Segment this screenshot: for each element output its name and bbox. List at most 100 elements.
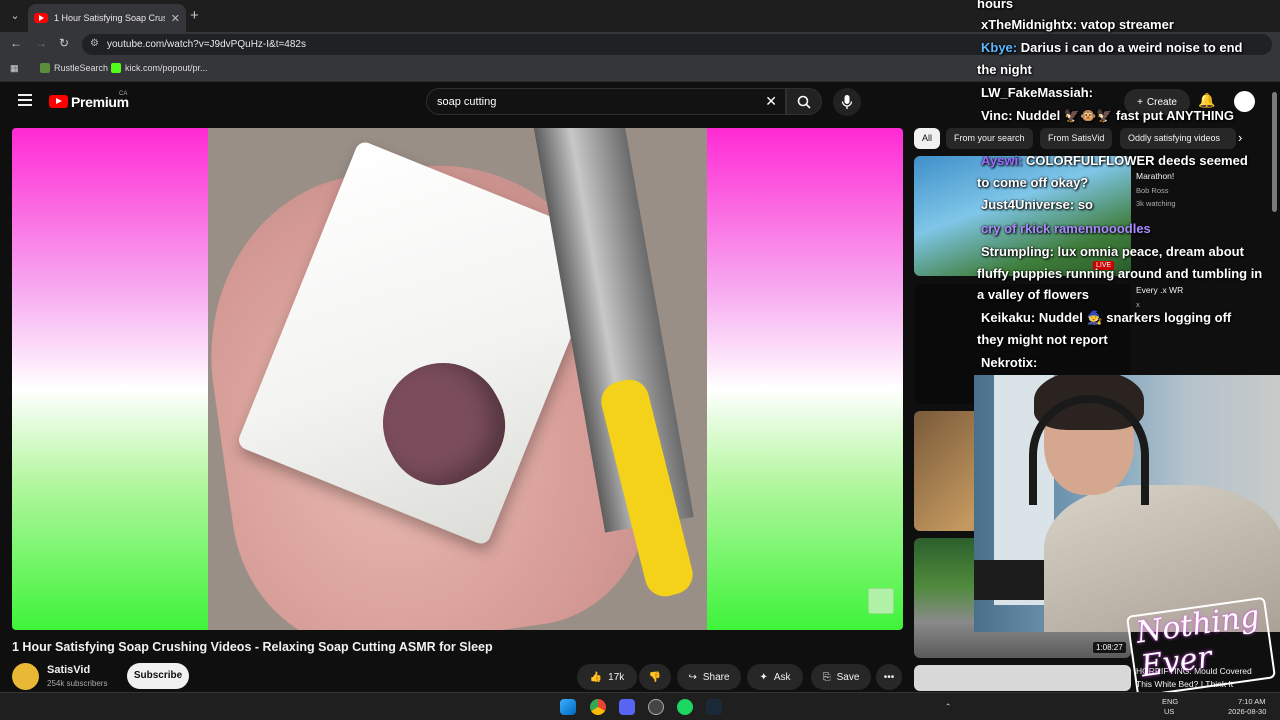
subscribe-button[interactable]: Subscribe <box>127 663 189 689</box>
share-icon: ↪ <box>688 671 697 683</box>
tray-chevron-icon[interactable]: ⌃ <box>945 702 951 711</box>
obs-icon[interactable] <box>648 699 664 715</box>
channel-watermark[interactable] <box>868 588 894 614</box>
new-tab-icon[interactable]: + <box>190 7 199 24</box>
chat-text: they might not report <box>977 332 1108 347</box>
browser-tab[interactable]: 1 Hour Satisfying Soap Crushing ✕ <box>28 4 186 32</box>
thumbs-up-icon: 👍 <box>589 671 603 683</box>
headset-icon <box>1029 395 1149 505</box>
chip-from-your-search[interactable]: From your search <box>946 128 1033 149</box>
kick-icon <box>111 63 121 73</box>
more-icon: ••• <box>883 671 895 683</box>
chat-text: Nuddel 🦅🐵🦅 fast put ANYTHING <box>1016 108 1234 123</box>
chrome-icon[interactable] <box>590 699 606 715</box>
sidebar-video-title[interactable]: Marathon! <box>1136 171 1174 181</box>
chat-username: Strumpling: <box>981 244 1058 259</box>
forward-icon[interactable]: → <box>35 36 47 50</box>
tab-close-icon[interactable]: ✕ <box>171 12 180 25</box>
chat-message: Keikaku: Nuddel 🧙 snarkers logging off <box>981 310 1231 326</box>
chat-message: hours <box>977 0 1013 11</box>
sparkle-icon: ✦ <box>759 671 768 683</box>
search-input[interactable]: soap cutting ✕ <box>426 88 786 115</box>
country-code: CA <box>119 91 128 97</box>
channel-avatar[interactable] <box>12 663 39 690</box>
bookmarks-bar: ▦ RustleSearch kick.com/popout/pr... <box>0 57 1280 82</box>
chat-message: xTheMidnightx: vatop streamer <box>981 17 1174 32</box>
microphone-icon <box>841 95 853 109</box>
sidebar-video-channel[interactable]: Bob Ross <box>1136 186 1169 195</box>
sidebar-video-thumbnail[interactable] <box>914 665 1131 691</box>
webcam-overlay <box>974 375 1280 632</box>
discord-icon[interactable] <box>619 699 635 715</box>
chat-username: Vinc: <box>981 108 1017 123</box>
chat-text: to come off okay? <box>977 175 1089 190</box>
chat-message: to come off okay? <box>977 175 1088 190</box>
search-button[interactable] <box>786 88 822 115</box>
steam-icon[interactable] <box>706 699 722 715</box>
share-button[interactable]: ↪ Share <box>677 664 741 690</box>
ask-button[interactable]: ✦ Ask <box>747 664 803 690</box>
chat-username: LW_FakeMassiah: <box>981 85 1093 100</box>
bookmark-kick[interactable]: kick.com/popout/pr... <box>111 63 208 73</box>
share-label: Share <box>702 671 730 683</box>
create-label: Create <box>1146 96 1177 108</box>
chat-message: Vinc: Nuddel 🦅🐵🦅 fast put ANYTHING <box>981 108 1234 124</box>
tab-title: 1 Hour Satisfying Soap Crushing <box>54 13 165 23</box>
chat-text: vatop streamer <box>1080 17 1174 32</box>
menu-icon[interactable] <box>18 94 32 106</box>
voice-search-button[interactable] <box>833 88 861 116</box>
chat-message: fluffy puppies running around and tumbli… <box>977 266 1262 281</box>
logo-text: Nothing Ever <box>1134 598 1262 685</box>
account-avatar[interactable] <box>1234 91 1255 112</box>
chat-username: Keikaku: <box>981 310 1039 325</box>
chip-from-satisvid[interactable]: From SatisVid <box>1040 128 1113 149</box>
video-duration: 1:08:27 <box>1093 642 1126 653</box>
chat-text: cry of rkick ramennooodles <box>981 221 1151 236</box>
youtube-logo-icon[interactable] <box>49 95 68 108</box>
chevron-right-icon[interactable]: › <box>1238 130 1242 145</box>
clock-time[interactable]: 7:10 AM <box>1238 697 1266 706</box>
chat-text: Nuddel 🧙 snarkers logging off <box>1038 310 1232 325</box>
bookmark-rustlesearch[interactable]: RustleSearch <box>40 63 108 73</box>
chat-text: the night <box>977 62 1032 77</box>
chip-all[interactable]: All <box>914 128 941 149</box>
spotify-icon[interactable] <box>677 699 693 715</box>
back-icon[interactable]: ← <box>10 36 22 50</box>
video-player[interactable] <box>12 128 903 630</box>
chat-message: Nekrotix: <box>981 355 1037 370</box>
chat-username: Kbye: <box>981 40 1021 55</box>
apps-icon[interactable]: ▦ <box>10 63 19 74</box>
chat-message: Strumpling: lux omnia peace, dream about <box>981 244 1244 259</box>
bookmark-icon: ⎘ <box>822 671 831 683</box>
chat-message: Just4Universe: so <box>981 197 1093 212</box>
language-indicator[interactable]: ENG <box>1162 697 1178 706</box>
dislike-button[interactable]: 👎 <box>639 664 671 690</box>
channel-name[interactable]: SatisVid <box>47 664 90 676</box>
like-button[interactable]: 👍 17k <box>577 664 637 690</box>
site-info-icon[interactable]: ⚙ <box>90 38 99 49</box>
chat-text: lux omnia peace, dream about <box>1057 244 1244 259</box>
reload-icon[interactable]: ↻ <box>59 36 69 50</box>
video-frame <box>208 128 707 630</box>
chat-message: LW_FakeMassiah: <box>981 85 1093 100</box>
chip-oddly-satisfying[interactable]: Oddly satisfying videos <box>1120 128 1236 149</box>
chat-text: so <box>1077 197 1093 212</box>
notifications-bell-icon[interactable]: 🔔 <box>1198 92 1215 109</box>
sidebar-scrollbar[interactable] <box>1272 92 1277 212</box>
ask-label: Ask <box>773 671 791 683</box>
chat-message: the night <box>977 62 1032 77</box>
tab-search-icon[interactable]: ⌄ <box>6 7 24 25</box>
start-icon[interactable] <box>560 699 576 715</box>
like-count: 17k <box>608 671 625 683</box>
chat-message: cry of rkick ramennooodles <box>981 221 1151 236</box>
chat-username: Nekrotix: <box>981 355 1038 370</box>
chat-text: COLORFULFLOWER deeds seemed <box>1026 153 1248 168</box>
plus-icon: + <box>1137 96 1143 108</box>
clear-search-icon[interactable]: ✕ <box>765 93 777 110</box>
more-actions-button[interactable]: ••• <box>876 664 902 690</box>
chat-text: hours <box>977 0 1014 11</box>
bookmark-label: kick.com/popout/pr... <box>125 63 208 73</box>
sidebar-video-title[interactable]: Every .x WR <box>1136 285 1183 295</box>
save-button[interactable]: ⎘ Save <box>811 664 871 690</box>
sidebar-video-channel[interactable]: x <box>1136 300 1140 309</box>
